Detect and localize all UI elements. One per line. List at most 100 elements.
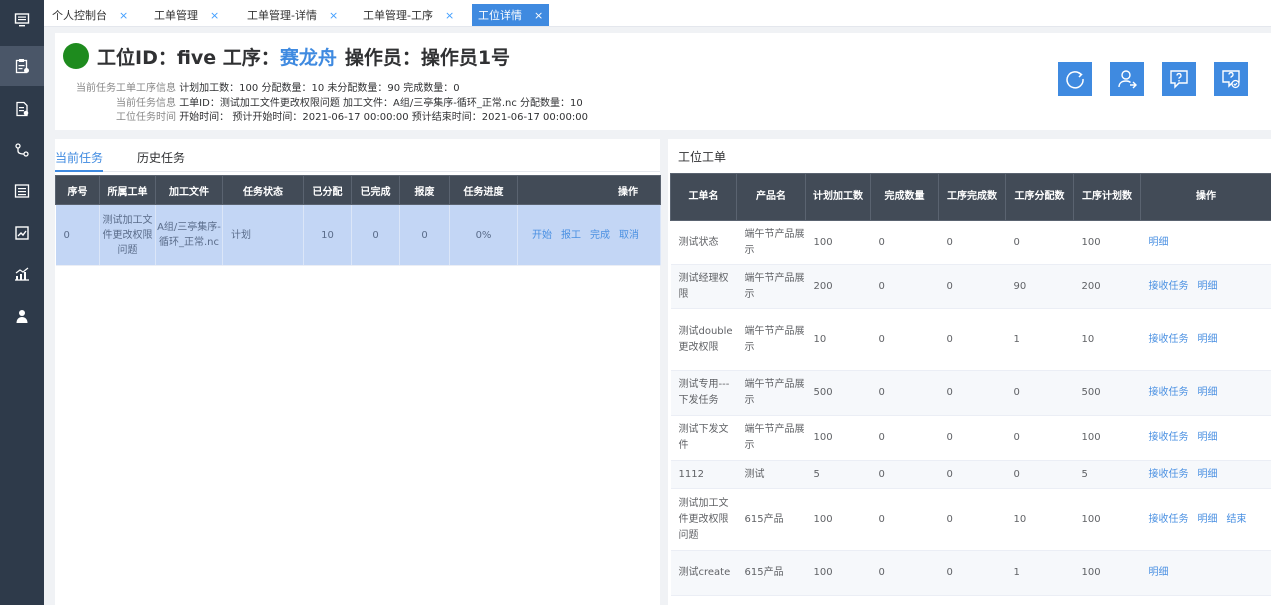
cell-plan: 200	[805, 264, 871, 309]
help-button[interactable]	[1162, 62, 1196, 96]
cell-proc-done: 0	[938, 550, 1006, 596]
accept-task-link[interactable]: 接收任务	[1149, 334, 1189, 345]
column-header: 完成数量	[870, 173, 939, 221]
cell-operations: 明细	[1140, 220, 1271, 265]
tab-history-tasks[interactable]: 历史任务	[137, 149, 185, 166]
cell-plan: 500	[805, 370, 871, 416]
tab-current-tasks[interactable]: 当前任务	[55, 149, 103, 166]
finish-link[interactable]: 结束	[1227, 514, 1247, 525]
assign-user-button[interactable]	[1110, 62, 1144, 96]
sidebar-item-chart[interactable]	[0, 213, 44, 253]
cell-proc-plan: 500	[1073, 370, 1141, 416]
station-order-panel: 工位工单 工单名 产品名 计划加工数 完成数量 工序完成数 工序分配数 工序计划…	[668, 139, 1271, 605]
confirm-help-icon	[1222, 70, 1240, 89]
cell-done: 0	[870, 550, 939, 596]
cell-plan: 10	[805, 308, 871, 371]
cell-done: 0	[870, 415, 939, 461]
cell-proc-plan: 10	[1073, 308, 1141, 371]
accept-task-link[interactable]: 接收任务	[1149, 281, 1189, 292]
tab-order-process[interactable]: 工单管理-工序 ×	[357, 4, 460, 26]
sidebar-item-clipboard[interactable]	[0, 46, 44, 86]
page-title: 工位ID：five 工序：赛龙舟 操作员：操作员1号	[97, 43, 510, 70]
cell-proc-assigned: 90	[1005, 264, 1074, 309]
cell-order-name: 测试加工文件更改权限问题	[670, 488, 737, 551]
cell-product: 端午节产品展示	[736, 370, 806, 416]
cell-plan: 100	[805, 488, 871, 551]
tab-station-detail[interactable]: 工位详情 ×	[472, 4, 550, 26]
sidebar-item-user[interactable]	[0, 296, 44, 336]
accept-task-link[interactable]: 接收任务	[1149, 432, 1189, 443]
detail-link[interactable]: 明细	[1198, 514, 1218, 525]
detail-link[interactable]: 明细	[1149, 567, 1169, 578]
cell-plan: 5	[805, 460, 871, 489]
status-indicator	[63, 43, 89, 69]
close-icon[interactable]: ×	[445, 9, 454, 22]
close-icon[interactable]: ×	[534, 9, 543, 22]
detail-link[interactable]: 明细	[1198, 334, 1218, 345]
tab-order-management[interactable]: 工单管理 ×	[148, 4, 225, 26]
cell-order-name: 测试专用---下发任务	[670, 370, 737, 416]
cell-done: 0	[870, 308, 939, 371]
table-row[interactable]: 测试经理权限 端午节产品展示 200 0 0 90 200 接收任务 明细	[670, 264, 1271, 309]
table-row[interactable]: 测试专用---下发任务 端午节产品展示 500 0 0 0 500 接收任务 明细	[670, 370, 1271, 416]
sidebar-item-monitor[interactable]	[0, 0, 44, 40]
column-header: 报废	[399, 175, 450, 205]
report-link[interactable]: 报工	[561, 230, 581, 241]
refresh-button[interactable]	[1058, 62, 1092, 96]
close-icon[interactable]: ×	[119, 9, 128, 22]
monitor-icon	[14, 13, 30, 27]
detail-link[interactable]: 明细	[1198, 281, 1218, 292]
column-header: 工单名	[670, 173, 737, 221]
tab-order-detail[interactable]: 工单管理-详情 ×	[241, 4, 344, 26]
cell-order-name: 测试create	[670, 550, 737, 596]
user-icon	[16, 310, 28, 323]
cell-index: 0	[55, 204, 100, 266]
column-header: 操作	[1140, 173, 1271, 221]
start-link[interactable]: 开始	[532, 230, 552, 241]
clipboard-icon	[15, 59, 29, 74]
table-row[interactable]: 0 测试加工文件更改权限问题 A组/三亭集序-循环_正常.nc 计划 10 0 …	[55, 204, 661, 266]
cell-product: 端午节产品展示	[736, 415, 806, 461]
table-row[interactable]: 测试加工文件更改权限问题 615产品 100 0 0 10 100 接收任务 明细…	[670, 488, 1271, 551]
cell-proc-assigned: 1	[1005, 308, 1074, 371]
cell-proc-done: 0	[938, 308, 1006, 371]
cell-proc-done: 0	[938, 460, 1006, 489]
accept-task-link[interactable]: 接收任务	[1149, 469, 1189, 480]
detail-link[interactable]: 明细	[1149, 237, 1169, 248]
sidebar-item-list[interactable]	[0, 171, 44, 211]
close-icon[interactable]: ×	[210, 9, 219, 22]
accept-task-link[interactable]: 接收任务	[1149, 387, 1189, 398]
table-row[interactable]: 测试状态 端午节产品展示 100 0 0 0 100 明细	[670, 220, 1271, 265]
cell-proc-plan: 200	[1073, 264, 1141, 309]
cell-product: 端午节产品展示	[736, 308, 806, 371]
tab-personal-console[interactable]: 个人控制台 ×	[46, 4, 134, 26]
cell-operations: 接收任务 明细	[1140, 370, 1271, 416]
cell-operations: 明细	[1140, 550, 1271, 596]
cell-product: 端午节产品展示	[736, 264, 806, 309]
tab-label: 工单管理-工序	[363, 9, 433, 22]
table-row[interactable]: 1112 测试 5 0 0 0 5 接收任务 明细	[670, 460, 1271, 489]
column-header: 计划加工数	[805, 173, 871, 221]
accept-task-link[interactable]: 接收任务	[1149, 514, 1189, 525]
cell-proc-plan: 100	[1073, 220, 1141, 265]
detail-link[interactable]: 明细	[1198, 387, 1218, 398]
detail-link[interactable]: 明细	[1198, 432, 1218, 443]
table-row[interactable]: 测试下发文件 端午节产品展示 100 0 0 0 100 接收任务 明细	[670, 415, 1271, 461]
cancel-link[interactable]: 取消	[619, 230, 639, 241]
detail-link[interactable]: 明细	[1198, 469, 1218, 480]
cell-product: 615产品	[736, 550, 806, 596]
sidebar-item-document[interactable]	[0, 89, 44, 129]
close-icon[interactable]: ×	[329, 9, 338, 22]
confirm-help-button[interactable]	[1214, 62, 1248, 96]
station-header: 工位ID：five 工序：赛龙舟 操作员：操作员1号 当前任务工单工序信息 计划加…	[55, 33, 1271, 130]
cell-proc-done: 0	[938, 220, 1006, 265]
cell-proc-done: 0	[938, 488, 1006, 551]
sidebar-item-trend[interactable]	[0, 254, 44, 294]
table-row[interactable]: 测试double更改权限 端午节产品展示 10 0 0 1 10 接收任务 明细	[670, 308, 1271, 371]
complete-link[interactable]: 完成	[590, 230, 610, 241]
task-info: 当前任务信息 工单ID：测试加工文件更改权限问题 加工文件：A组/三亭集序-循环…	[116, 94, 583, 109]
sidebar-item-flow[interactable]	[0, 130, 44, 170]
table-row[interactable]: 测试create 615产品 100 0 0 1 100 明细	[670, 550, 1271, 596]
refresh-icon	[1066, 71, 1084, 89]
cell-order: 测试加工文件更改权限问题	[99, 204, 156, 266]
